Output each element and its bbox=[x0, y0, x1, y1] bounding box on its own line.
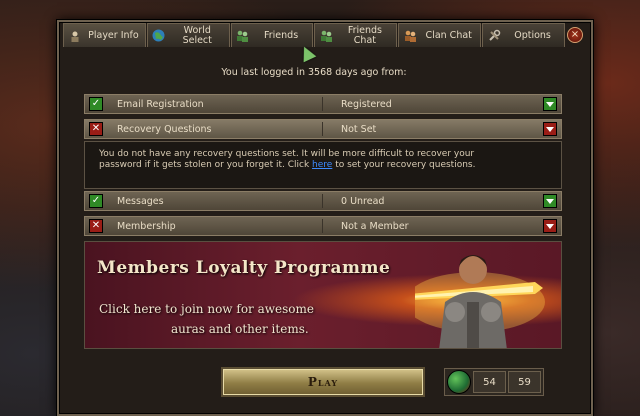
row-divider bbox=[322, 122, 323, 136]
tab-clan-chat[interactable]: Clan Chat bbox=[398, 23, 482, 47]
clan-chat-icon bbox=[403, 29, 417, 43]
world-globe-icon[interactable] bbox=[447, 370, 471, 394]
info-line2-post: to set your recovery questions. bbox=[332, 160, 476, 170]
last-login-text: You last logged in 3568 days ago from: bbox=[221, 67, 407, 78]
banner-title: Members Loyalty Programme bbox=[97, 258, 391, 278]
recovery-info-box: You do not have any recovery questions s… bbox=[84, 141, 562, 189]
banner-text-line1: Click here to join now for awesome bbox=[99, 302, 314, 316]
cross-icon: ✕ bbox=[89, 122, 103, 136]
tab-friends-chat[interactable]: Friends Chat bbox=[314, 23, 398, 47]
tab-label: Friends bbox=[263, 29, 299, 41]
expand-arrow-icon[interactable] bbox=[543, 122, 557, 136]
tab-friends[interactable]: Friends bbox=[230, 23, 314, 47]
row-recovery-questions[interactable]: ✕ Recovery Questions Not Set bbox=[84, 119, 562, 139]
set-recovery-link[interactable]: here bbox=[312, 160, 332, 170]
check-icon: ✓ bbox=[89, 194, 103, 208]
tab-player-info[interactable]: Player Info bbox=[63, 23, 146, 47]
friends-chat-icon bbox=[319, 29, 333, 43]
check-icon: ✓ bbox=[89, 97, 103, 111]
row-value: Not Set bbox=[341, 123, 377, 135]
row-value: Not a Member bbox=[341, 220, 409, 232]
row-name: Email Registration bbox=[117, 98, 204, 110]
info-line2-pre: password if it gets stolen or you forget… bbox=[99, 160, 313, 170]
row-name: Membership bbox=[117, 220, 176, 232]
counter-second: 59 bbox=[508, 371, 541, 393]
close-icon: × bbox=[570, 29, 580, 40]
tab-options[interactable]: Options bbox=[482, 23, 565, 47]
row-email-registration[interactable]: ✓ Email Registration Registered bbox=[84, 94, 562, 114]
expand-arrow-icon[interactable] bbox=[543, 97, 557, 111]
row-name: Messages bbox=[117, 195, 164, 207]
close-button[interactable]: × bbox=[567, 27, 583, 43]
counter-first: 54 bbox=[473, 371, 506, 393]
row-membership[interactable]: ✕ Membership Not a Member bbox=[84, 216, 562, 236]
tab-bar: Player Info World Select Friends Friends… bbox=[63, 23, 565, 47]
play-label: Play bbox=[307, 375, 339, 389]
expand-arrow-icon[interactable] bbox=[543, 194, 557, 208]
banner-text-line2: auras and other items. bbox=[171, 322, 309, 336]
tab-world-select[interactable]: World Select bbox=[146, 23, 230, 47]
globe-icon bbox=[152, 29, 166, 43]
row-divider bbox=[322, 97, 323, 111]
expand-arrow-icon[interactable] bbox=[543, 219, 557, 233]
options-icon bbox=[487, 29, 501, 43]
row-value: Registered bbox=[341, 98, 392, 110]
tab-label: Clan Chat bbox=[425, 29, 472, 41]
members-loyalty-banner[interactable]: Members Loyalty Programme Click here to … bbox=[84, 241, 562, 349]
row-divider bbox=[322, 219, 323, 233]
row-messages[interactable]: ✓ Messages 0 Unread bbox=[84, 191, 562, 211]
cross-icon: ✕ bbox=[89, 219, 103, 233]
friends-icon bbox=[236, 29, 250, 43]
tab-label: Options bbox=[514, 29, 551, 41]
tab-label: Player Info bbox=[88, 29, 139, 41]
tab-label: Friends Chat bbox=[347, 24, 382, 46]
play-button[interactable]: Play bbox=[221, 367, 425, 397]
player-info-icon bbox=[68, 29, 82, 43]
armored-warrior-image bbox=[415, 255, 545, 348]
info-line1: You do not have any recovery questions s… bbox=[99, 149, 475, 159]
row-value: 0 Unread bbox=[341, 195, 385, 207]
row-divider bbox=[322, 194, 323, 208]
tab-label: World Select bbox=[182, 24, 212, 46]
world-counters: 54 59 bbox=[444, 368, 544, 396]
row-name: Recovery Questions bbox=[117, 123, 212, 135]
